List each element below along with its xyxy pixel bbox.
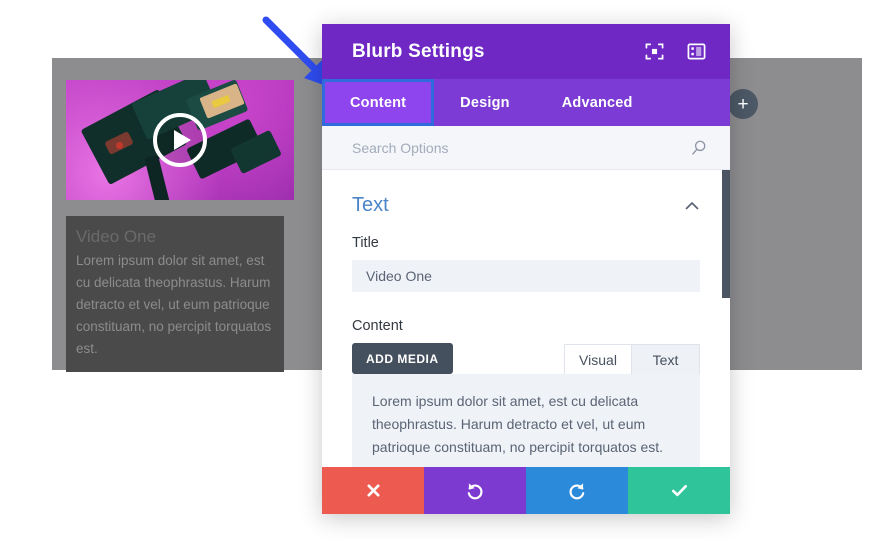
editor-tab-visual[interactable]: Visual [564,344,632,374]
title-input[interactable] [352,260,700,292]
tab-advanced[interactable]: Advanced [536,79,659,126]
section-text-header[interactable]: Text [352,170,700,235]
screenshot-root: Video One Lorem ipsum dolor sit amet, es… [0,0,880,540]
play-triangle [174,130,191,150]
undo-arrow-icon [465,481,485,501]
layout-panel-icon[interactable] [687,42,706,61]
save-button[interactable] [628,467,730,514]
title-field-label: Title [352,235,700,251]
redo-arrow-icon [567,481,587,501]
redo-button[interactable] [526,467,628,514]
tab-design[interactable]: Design [434,79,536,126]
plus-icon: + [737,95,748,114]
add-module-button[interactable]: + [728,89,758,119]
content-editor-toolbar: ADD MEDIA Visual Text [352,343,700,374]
content-field-label: Content [352,318,700,334]
blurb-settings-modal: Blurb Settings Content Design [322,24,730,514]
blurb-module-preview[interactable]: Video One Lorem ipsum dolor sit amet, es… [66,80,294,352]
tab-design-label: Design [460,95,510,111]
focus-target-icon[interactable] [645,42,664,61]
module-text-block: Video One Lorem ipsum dolor sit amet, es… [66,216,284,372]
editor-mode-tabs: Visual Text [564,344,700,374]
close-x-icon [365,482,382,499]
cancel-button[interactable] [322,467,424,514]
editor-tab-text-label: Text [653,352,679,368]
tab-content[interactable]: Content [322,79,434,126]
add-media-button[interactable]: ADD MEDIA [352,343,453,374]
modal-header: Blurb Settings [322,24,730,79]
undo-button[interactable] [424,467,526,514]
search-options-bar [322,126,730,170]
modal-header-actions [645,42,706,61]
search-icon[interactable] [690,139,708,157]
play-icon[interactable] [153,113,207,167]
modal-scroll-body: Text Title Content ADD MEDIA Visual Text [322,170,730,467]
page-title: Blurb Settings [352,41,645,63]
scrollbar-thumb[interactable] [722,170,730,298]
editor-tab-text[interactable]: Text [632,344,700,374]
module-body-text: Lorem ipsum dolor sit amet, est cu delic… [76,250,274,360]
content-textarea[interactable]: Lorem ipsum dolor sit amet, est cu delic… [352,374,700,467]
section-title: Text [352,194,684,217]
field-spacer [352,292,700,318]
chevron-up-icon[interactable] [684,198,700,214]
search-input[interactable] [352,140,690,156]
modal-tabbar: Content Design Advanced [322,79,730,126]
tab-advanced-label: Advanced [562,95,633,111]
camera-red-button [116,142,123,149]
tab-content-label: Content [350,95,406,111]
module-title: Video One [76,224,274,250]
editor-tab-visual-label: Visual [579,352,617,368]
modal-footer [322,467,730,514]
checkmark-icon [670,481,689,500]
